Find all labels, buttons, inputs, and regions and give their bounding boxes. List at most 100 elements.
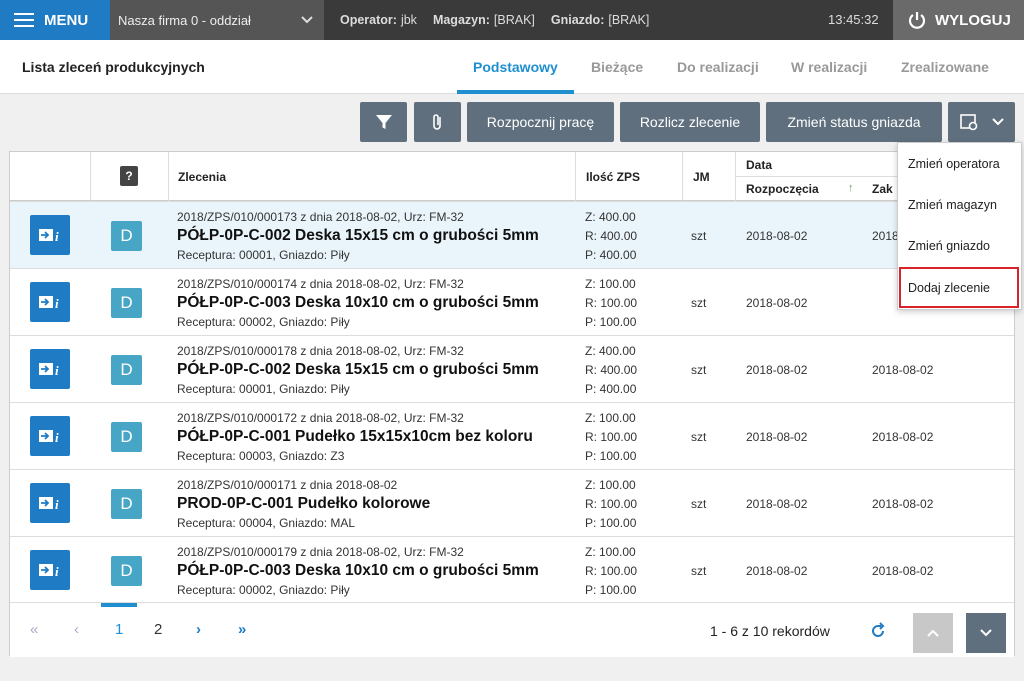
column-divider <box>682 152 683 201</box>
socket-label: Gniazdo: <box>550 13 605 27</box>
svg-text:i: i <box>55 296 59 310</box>
svg-text:i: i <box>55 430 59 444</box>
details-button[interactable]: i <box>30 215 70 255</box>
status-badge: D <box>111 556 142 586</box>
start-date: 2018-08-02 <box>746 229 808 243</box>
warehouse-value: [BRAK] <box>493 13 535 27</box>
order-name: PÓŁP-0P-C-002 Deska 15x15 cm o grubości … <box>177 227 539 244</box>
order-recipe: Receptura: 00001, Gniazdo: Piły <box>177 382 350 396</box>
scroll-up-button[interactable] <box>913 613 953 653</box>
prev-page-button[interactable]: ‹ <box>74 621 79 638</box>
menu-change-warehouse[interactable]: Zmień magazyn <box>908 198 997 212</box>
refresh-icon[interactable] <box>868 621 888 641</box>
orders-table: ? Zlecenia Ilość ZPS JM Data Rozpoczęcia… <box>9 151 1015 657</box>
change-socket-status-button[interactable]: Zmień status gniazda <box>766 102 942 142</box>
paperclip-icon <box>432 114 441 130</box>
column-divider <box>168 152 169 201</box>
header-end-date[interactable]: Zak <box>872 182 893 196</box>
status-badge: D <box>111 422 142 452</box>
help-icon[interactable]: ? <box>120 166 138 186</box>
column-divider <box>90 152 91 201</box>
logout-label: WYLOGUJ <box>935 11 1011 29</box>
status-badge: D <box>111 221 142 251</box>
order-recipe: Receptura: 00004, Gniazdo: MAL <box>177 516 356 530</box>
table-row[interactable]: i D 2018/ZPS/010/000178 z dnia 2018-08-02,… <box>10 335 1014 402</box>
order-name: PÓŁP-0P-C-002 Deska 15x15 cm o grubości … <box>177 361 539 378</box>
qty-r: R: 100.00 <box>585 430 638 444</box>
start-work-button[interactable]: Rozpocznij pracę <box>467 102 614 142</box>
hamburger-icon <box>14 13 34 27</box>
qty-z: Z: 400.00 <box>585 210 636 224</box>
menu-change-operator[interactable]: Zmień operatora <box>908 157 1000 171</box>
order-reference: 2018/ZPS/010/000179 z dnia 2018-08-02, U… <box>177 545 464 559</box>
table-row[interactable]: i D 2018/ZPS/010/000174 z dnia 2018-08-02,… <box>10 268 1014 335</box>
company-label: Nasza firma 0 - oddział <box>118 12 251 28</box>
attachment-button[interactable] <box>414 102 461 142</box>
settle-order-button[interactable]: Rozlicz zlecenie <box>620 102 760 142</box>
current-page-indicator <box>101 603 137 607</box>
tab-zrealizowane[interactable]: Zrealizowane <box>901 59 989 75</box>
details-button[interactable]: i <box>30 550 70 590</box>
chevron-down-icon <box>991 118 1004 126</box>
unit: szt <box>691 497 707 511</box>
scroll-down-button[interactable] <box>966 613 1006 653</box>
qty-p: P: 400.00 <box>585 248 637 262</box>
order-recipe: Receptura: 00003, Gniazdo: Z3 <box>177 449 345 463</box>
table-row[interactable]: i D 2018/ZPS/010/000172 z dnia 2018-08-02,… <box>10 402 1014 469</box>
session-info: Operator: jbk Magazyn: [BRAK] Gniazdo: [… <box>340 0 665 40</box>
details-button[interactable]: i <box>30 282 70 322</box>
info-arrow-icon: i <box>39 430 59 444</box>
start-date: 2018-08-02 <box>746 363 808 377</box>
company-select[interactable]: Nasza firma 0 - oddział <box>110 0 324 40</box>
logout-button[interactable]: WYLOGUJ <box>893 0 1024 40</box>
socket-value: [BRAK] <box>608 13 650 27</box>
order-name: PROD-0P-C-001 Pudełko kolorowe <box>177 495 431 512</box>
tab-podstawowy[interactable]: Podstawowy <box>473 59 558 75</box>
unit: szt <box>691 430 707 444</box>
table-row[interactable]: i D 2018/ZPS/010/000173 z dnia 2018-08-02,… <box>10 201 1014 268</box>
clock: 13:45:32 <box>828 12 879 27</box>
operator-value: jbk <box>400 13 417 27</box>
order-reference: 2018/ZPS/010/000172 z dnia 2018-08-02, U… <box>177 411 464 425</box>
unit: szt <box>691 229 707 243</box>
header-start-date[interactable]: Rozpoczęcia <box>746 182 819 196</box>
info-arrow-icon: i <box>39 363 59 377</box>
power-icon <box>908 12 926 29</box>
qty-r: R: 100.00 <box>585 564 638 578</box>
settings-menu-button[interactable] <box>948 102 1015 142</box>
order-reference: 2018/ZPS/010/000173 z dnia 2018-08-02, U… <box>177 210 464 224</box>
records-summary: 1 - 6 z 10 rekordów <box>710 623 830 639</box>
table-row[interactable]: i D 2018/ZPS/010/000171 z dnia 2018-08-02 P… <box>10 469 1014 536</box>
end-date: 2018 <box>872 229 899 243</box>
header-jm[interactable]: JM <box>693 170 710 184</box>
svg-text:i: i <box>55 564 59 578</box>
first-page-button[interactable]: « <box>30 621 38 638</box>
pagination-bar: « ‹ 1 2 › » 1 - 6 z 10 rekordów <box>10 602 1014 657</box>
tab-w-realizacji[interactable]: W realizacji <box>791 59 867 75</box>
chevron-up-icon <box>927 629 939 637</box>
end-date: 2018-08-02 <box>872 497 934 511</box>
qty-z: Z: 100.00 <box>585 478 636 492</box>
menu-change-socket[interactable]: Zmień gniazdo <box>908 239 990 253</box>
page-2-button[interactable]: 2 <box>154 621 162 638</box>
order-reference: 2018/ZPS/010/000174 z dnia 2018-08-02, U… <box>177 277 464 291</box>
details-button[interactable]: i <box>30 349 70 389</box>
page-1-button[interactable]: 1 <box>115 621 123 638</box>
end-date: 2018-08-02 <box>872 430 934 444</box>
details-button[interactable]: i <box>30 483 70 523</box>
unit: szt <box>691 363 707 377</box>
details-button[interactable]: i <box>30 416 70 456</box>
chevron-down-icon <box>980 629 992 637</box>
menu-button[interactable]: MENU <box>0 0 110 40</box>
header-qty[interactable]: Ilość ZPS <box>586 170 640 184</box>
next-page-button[interactable]: › <box>196 621 201 638</box>
status-badge: D <box>111 489 142 519</box>
qty-z: Z: 400.00 <box>585 344 636 358</box>
tab-do-realizacji[interactable]: Do realizacji <box>677 59 759 75</box>
last-page-button[interactable]: » <box>238 621 246 638</box>
header-orders[interactable]: Zlecenia <box>178 170 226 184</box>
filter-button[interactable] <box>360 102 407 142</box>
qty-z: Z: 100.00 <box>585 411 636 425</box>
tab-biezace[interactable]: Bieżące <box>591 59 643 75</box>
table-row[interactable]: i D 2018/ZPS/010/000179 z dnia 2018-08-02,… <box>10 536 1014 603</box>
